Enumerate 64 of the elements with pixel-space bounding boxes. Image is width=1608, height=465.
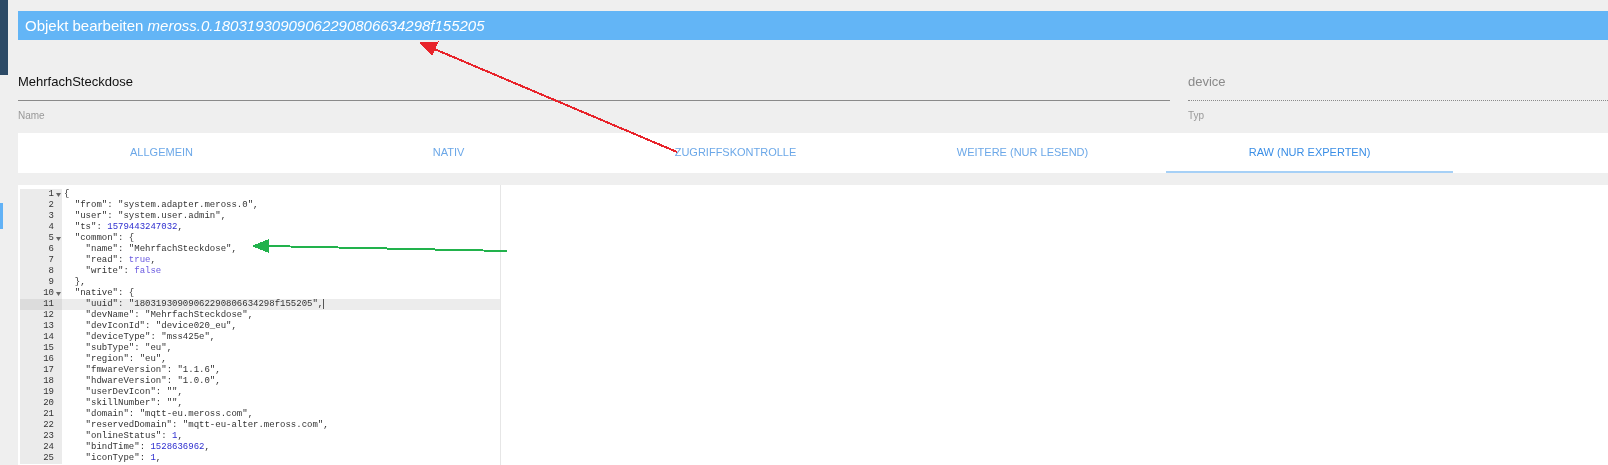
line-number: 9: [48, 277, 54, 288]
fold-caret-icon[interactable]: [55, 291, 61, 296]
fold-caret-icon[interactable]: [55, 236, 61, 241]
name-field[interactable]: MehrfachSteckdose: [18, 72, 1170, 101]
line-number: 5: [48, 233, 54, 244]
code-line: "uuid": "18031930909062290806634298f155205",: [84, 299, 325, 310]
dialog-title: Objekt bearbeiten meross.0.18031930909062290806634298f155205: [18, 11, 1608, 40]
line-number: 10: [43, 288, 54, 299]
line-number: 25: [43, 453, 54, 464]
line-number: 3: [48, 211, 54, 222]
tab[interactable]: RAW (NUR EXPERTEN): [1166, 133, 1453, 173]
line-number: 6: [48, 244, 54, 255]
code-line: "deviceType": "mss425e",: [84, 332, 216, 343]
line-number: 1: [48, 189, 54, 200]
tab[interactable]: ZUGRIFFSKONTROLLE: [592, 133, 879, 173]
code-line: "write": false: [84, 266, 162, 277]
line-number: 17: [43, 365, 54, 376]
field-label: Name: [18, 110, 46, 121]
code-line: "user": "system.user.admin",: [73, 211, 227, 222]
tab[interactable]: ALLGEMEIN: [18, 133, 305, 173]
code-line: "hdwareVersion": "1.0.0",: [84, 376, 221, 387]
line-number: 20: [43, 398, 54, 409]
line-number: 11: [43, 299, 54, 310]
code-line: "skillNumber": "",: [84, 398, 183, 409]
code-line: "native": {: [73, 288, 135, 299]
code-line: "read": true,: [84, 255, 156, 266]
line-number: 7: [48, 255, 54, 266]
line-number: 13: [43, 321, 54, 332]
line-number: 15: [43, 343, 54, 354]
code-line: "userDevIcon": "",: [84, 387, 183, 398]
code-line: "iconType": 1,: [84, 453, 162, 464]
tab[interactable]: NATIV: [305, 133, 592, 173]
code-line: "devIconId": "device020_eu",: [84, 321, 237, 332]
fold-caret-icon[interactable]: [55, 192, 61, 197]
code-line: "name": "MehrfachSteckdose",: [84, 244, 237, 255]
code-line: "common": {: [73, 233, 135, 244]
line-number: 14: [43, 332, 54, 343]
code-line: "devName": "MehrfachSteckdose",: [84, 310, 254, 321]
line-number: 22: [43, 420, 54, 431]
type-field[interactable]: device: [1188, 72, 1608, 101]
line-number: 23: [43, 431, 54, 442]
code-line: {: [63, 189, 70, 200]
code-line: "from": "system.adapter.meross.0",: [73, 200, 259, 211]
line-number: 12: [43, 310, 54, 321]
line-number: 16: [43, 354, 54, 365]
code-line: "domain": "mqtt-eu.meross.com",: [84, 409, 254, 420]
line-number: 18: [43, 376, 54, 387]
line-number: 24: [43, 442, 54, 453]
line-number: 19: [43, 387, 54, 398]
code-line: "subType": "eu",: [84, 343, 173, 354]
code-line: "region": "eu",: [84, 354, 167, 365]
code-line: "reservedDomain": "mqtt-eu-alter.meross.com",: [84, 420, 329, 431]
line-number: 21: [43, 409, 54, 420]
field-label: Typ: [1188, 110, 1206, 121]
code-line: "fmwareVersion": "1.1.6",: [84, 365, 221, 376]
sidebar-marker: [0, 203, 3, 229]
code-line: "ts": 1579443247032,: [73, 222, 183, 233]
tab[interactable]: WEITERE (NUR LESEND): [879, 133, 1166, 173]
line-number: 2: [48, 200, 54, 211]
line-number: 8: [48, 266, 54, 277]
code-line: },: [73, 277, 86, 288]
code-line: "onlineStatus": 1,: [84, 431, 183, 442]
line-number: 4: [48, 222, 54, 233]
code-line: "bindTime": 1528636962,: [84, 442, 210, 453]
